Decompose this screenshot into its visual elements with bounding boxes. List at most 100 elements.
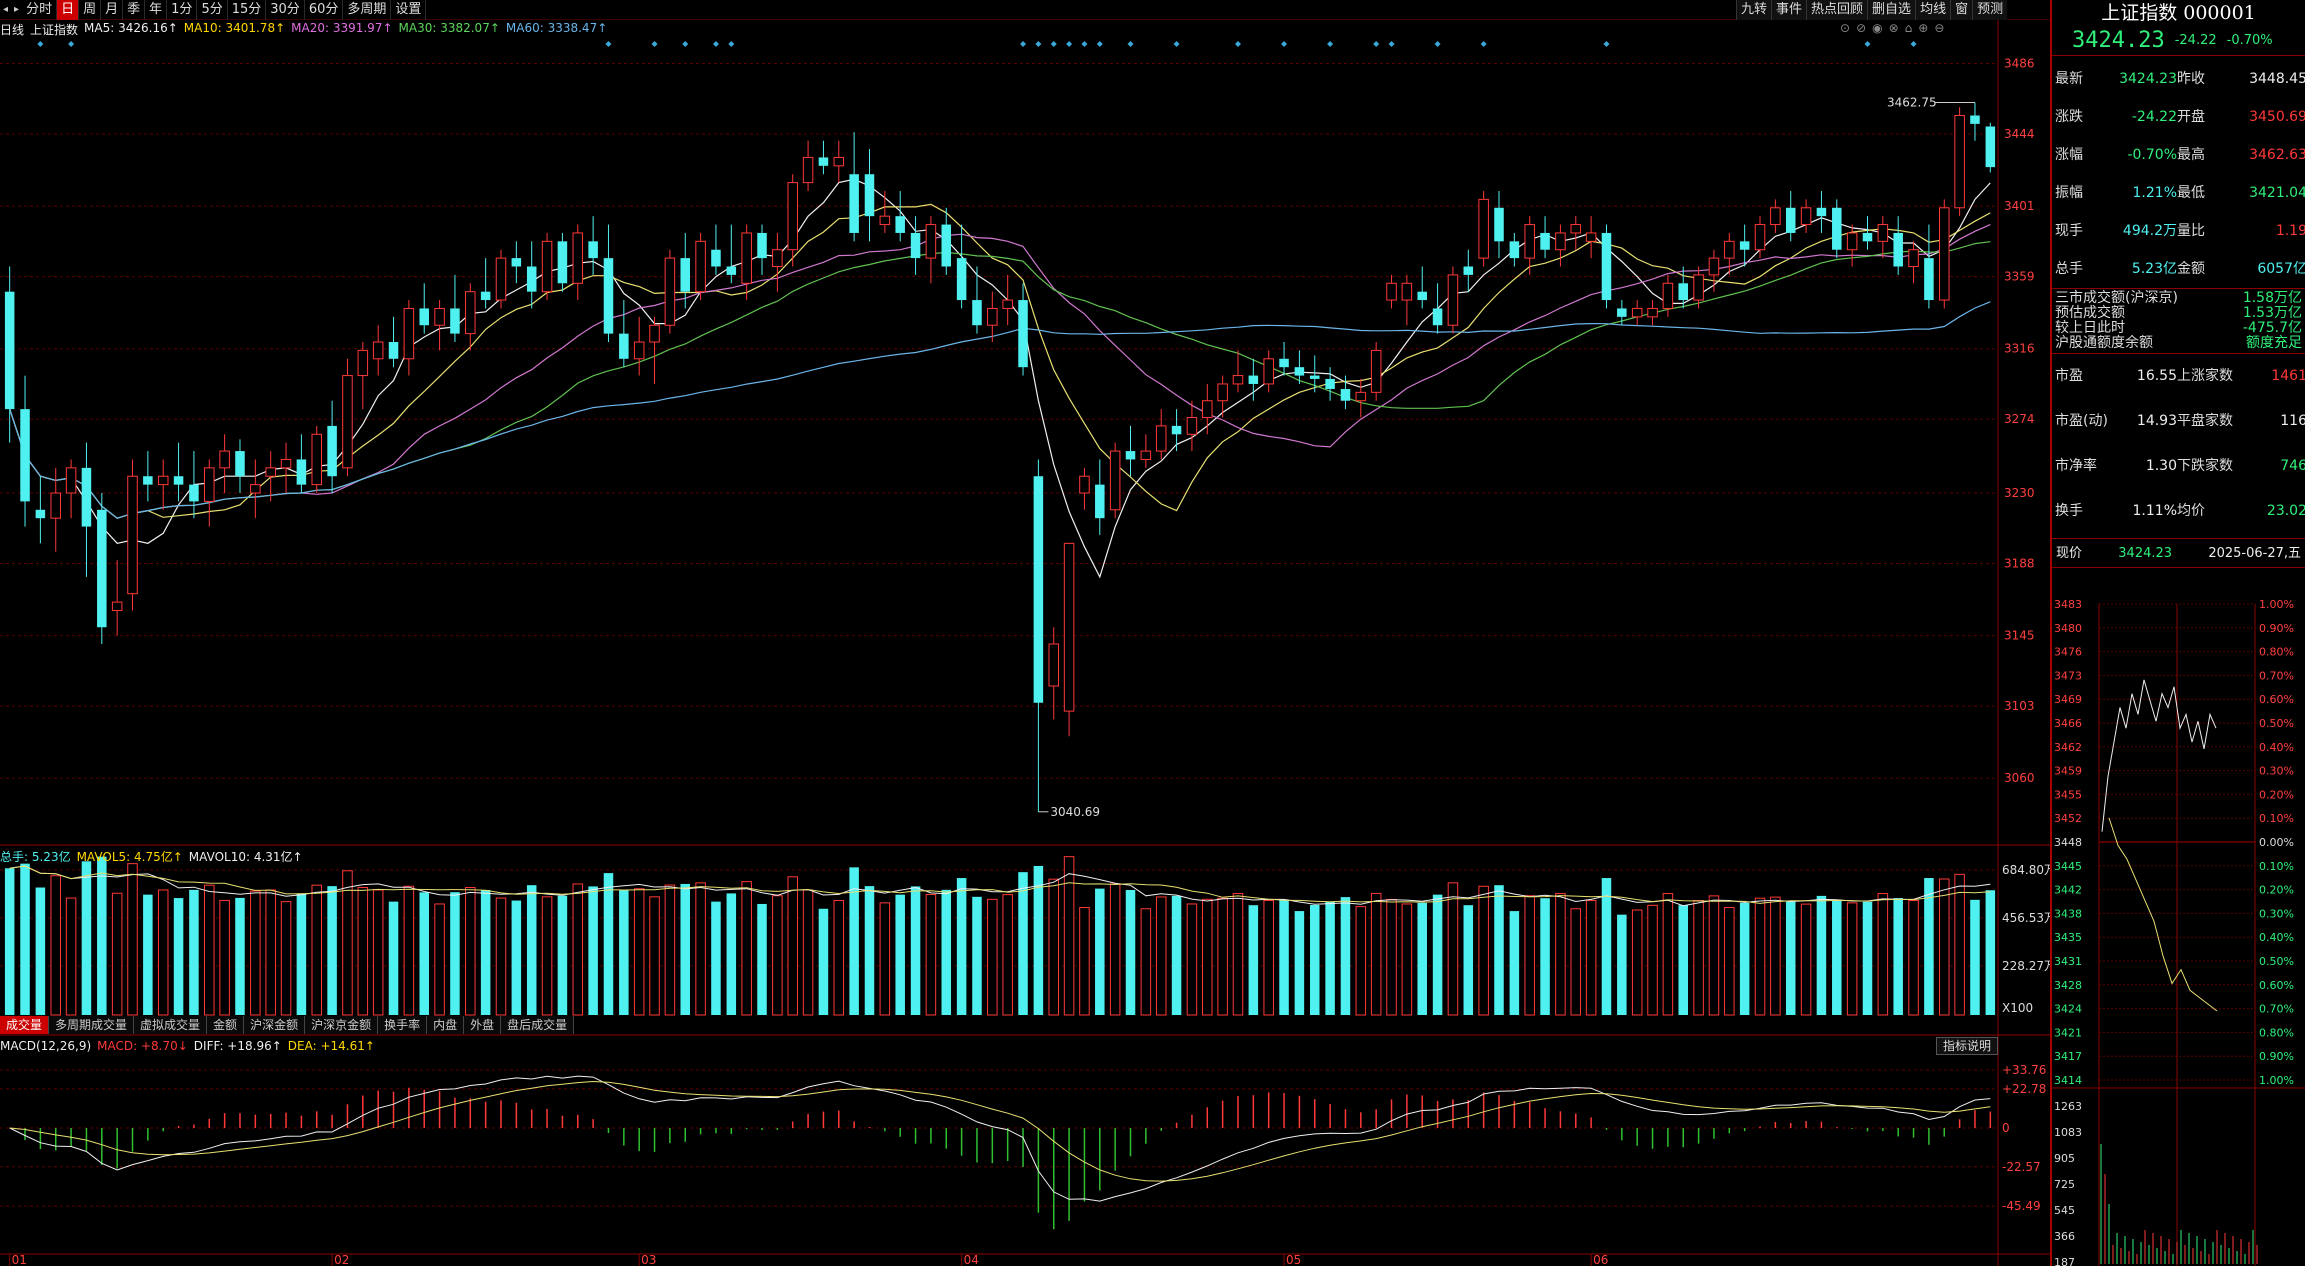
event-diamond-icon xyxy=(1480,41,1487,47)
intraday-chart[interactable]: 3483 1.00% 3480 0.90% 3476 0.80% 3473 0.70% 3469… xyxy=(2052,596,2305,1266)
intraday-price-label: 3435 xyxy=(2054,931,2082,944)
volume-bar xyxy=(1800,903,1812,1016)
candle-body xyxy=(189,484,199,502)
event-diamond-icon xyxy=(1081,41,1088,47)
tab-sh-sz-amount[interactable]: 沪深金额 xyxy=(244,1016,306,1034)
candle-body xyxy=(1370,349,1382,393)
candle-body xyxy=(1155,425,1167,452)
candle-body xyxy=(1739,241,1750,250)
tab-volume[interactable]: 成交量 xyxy=(0,1016,50,1034)
candle-body xyxy=(910,232,921,259)
volume-bar xyxy=(1893,898,1903,1015)
candle-body xyxy=(1846,232,1858,251)
current-value: 3424.23 xyxy=(2118,546,2173,561)
tab-multi-volume[interactable]: 多周期成交量 xyxy=(49,1016,135,1034)
tab-amount[interactable]: 金额 xyxy=(207,1016,245,1034)
event-diamond-icon xyxy=(1864,41,1871,47)
volume-bar xyxy=(296,893,307,1015)
intraday-pct-label: 0.70% xyxy=(2259,1003,2294,1016)
tab-inner[interactable]: 内盘 xyxy=(427,1016,465,1034)
candle-body xyxy=(1954,115,1965,209)
volume-bar xyxy=(204,884,215,1016)
intraday-pct-label: 0.40% xyxy=(2259,741,2294,754)
stat-value: 16.55 xyxy=(2136,368,2177,384)
tab-turnover[interactable]: 换手率 xyxy=(378,1016,428,1034)
volume-bar xyxy=(342,870,353,1016)
current-date: 2025-06-27,五 xyxy=(2208,546,2301,561)
event-diamond-icon xyxy=(1434,41,1441,47)
price-tick-label: 3359 xyxy=(2004,270,2035,284)
candle-body xyxy=(465,291,476,335)
month-label: 06 xyxy=(1593,1253,1608,1266)
intraday-price-label: 3480 xyxy=(2054,622,2082,635)
candle-body xyxy=(450,308,460,334)
event-diamond-icon xyxy=(712,41,719,47)
intraday-price-label: 3476 xyxy=(2054,646,2082,659)
quote-label: 现手 xyxy=(2055,223,2083,239)
intraday-pct-label: 0.80% xyxy=(2259,646,2294,659)
indicator-help-button[interactable]: 指标说明 xyxy=(1936,1037,1999,1055)
quote-value: 3450.69 xyxy=(2249,109,2305,125)
candle-body xyxy=(879,215,891,226)
volume-bar xyxy=(1155,896,1167,1016)
event-diamond-icon xyxy=(37,41,44,47)
event-diamond-icon xyxy=(1388,41,1395,47)
candle-body xyxy=(1232,375,1244,385)
volume-bar xyxy=(1846,902,1858,1016)
candle-body xyxy=(143,476,153,485)
volume-bar xyxy=(649,896,660,1016)
volume-bar xyxy=(1832,900,1842,1015)
volume-bar xyxy=(664,884,676,1016)
candle-body xyxy=(1386,282,1397,301)
volume-bar xyxy=(1816,895,1827,1015)
intraday-pct-label: 0.10% xyxy=(2259,860,2294,873)
stat-value: 1.30 xyxy=(2145,458,2177,474)
turnover-label: 沪股通额度余额 xyxy=(2055,335,2153,351)
macd-tick-label: -45.49 xyxy=(2002,1199,2041,1213)
volume-bar xyxy=(372,889,384,1016)
volume-tick-label: 228.27万 xyxy=(2002,959,2050,973)
volume-bar xyxy=(818,908,829,1015)
diff-line xyxy=(9,1075,1991,1202)
turnover-label: 预估成交额 xyxy=(2055,305,2125,321)
tab-sh-sz-bj-amount[interactable]: 沪深京金额 xyxy=(305,1016,379,1034)
volume-bar xyxy=(511,900,522,1015)
candle-body xyxy=(1279,358,1289,368)
candle-body xyxy=(833,156,845,167)
quote-label: 总手 xyxy=(2055,261,2083,277)
candle-body xyxy=(1540,232,1550,250)
quote-panel: 上证指数 000001 3424.23 -24.22 -0.70% 最新 3424… xyxy=(2050,0,2305,1266)
intraday-pct-label: 1.00% xyxy=(2259,598,2294,611)
volume-bar xyxy=(711,901,721,1015)
intraday-pct-label: 0.60% xyxy=(2259,979,2294,992)
volume-bar xyxy=(1417,902,1427,1015)
volume-bar xyxy=(388,901,399,1015)
stat-label: 平盘家数 xyxy=(2177,413,2233,429)
candle-body xyxy=(588,241,598,259)
tab-virtual-volume[interactable]: 虚拟成交量 xyxy=(134,1016,208,1034)
volume-bar xyxy=(1202,898,1213,1016)
tab-outer[interactable]: 外盘 xyxy=(464,1016,502,1034)
candle-body xyxy=(1140,450,1152,460)
intraday-pct-label: 0.30% xyxy=(2259,907,2294,920)
volume-bar xyxy=(1862,901,1873,1015)
macd-value: MACD: +8.70↓ xyxy=(97,1039,188,1053)
kline-chart[interactable]: 3486 3444 3401 3359 3316 3274 3230 3188 3145 3103… xyxy=(0,0,2050,1266)
candle-body xyxy=(1401,282,1413,301)
event-diamond-icon xyxy=(1373,41,1380,47)
price-tick-label: 3145 xyxy=(2004,629,2035,643)
quote-label: 开盘 xyxy=(2177,109,2205,125)
volume-bar xyxy=(910,886,921,1015)
price-tick-label: 3401 xyxy=(2004,199,2035,213)
candle-body xyxy=(1447,274,1459,326)
candle-body xyxy=(81,467,92,527)
volume-bar xyxy=(1739,902,1750,1015)
quote-grid: 最新 3424.23 昨收 3448.45 涨跌 -24.22 开盘 3450.69 涨幅 -0.… xyxy=(2052,56,2305,288)
candle-body xyxy=(987,307,998,326)
price-tick-label: 3103 xyxy=(2004,699,2035,713)
tab-after-hours[interactable]: 盘后成交量 xyxy=(501,1016,575,1034)
turnover-row: 沪股通额度余额 额度充足 xyxy=(2055,336,2302,351)
candle-body xyxy=(1570,224,1582,234)
high-annotation: 3462.75 xyxy=(1887,95,1937,109)
candle-body xyxy=(1754,224,1766,251)
